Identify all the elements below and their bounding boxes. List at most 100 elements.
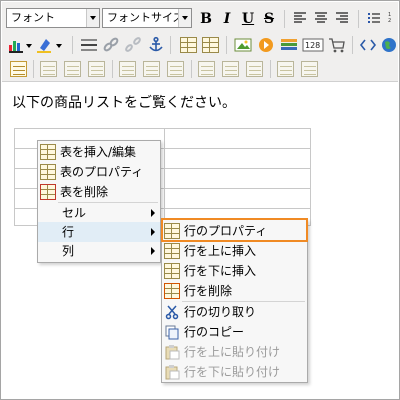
highlight-box — [161, 218, 308, 242]
cart-icon[interactable] — [328, 36, 346, 54]
toolbar-separator — [112, 60, 113, 78]
image-box-icon[interactable]: 128 — [302, 36, 324, 54]
editor-toolbar: フォント フォントサイズ B I U S 12 128 — [2, 2, 398, 82]
chevron-down-icon — [178, 9, 191, 27]
text-color-dropdown-icon[interactable] — [24, 36, 34, 54]
table-properties-icon — [40, 164, 56, 180]
toolbar-separator — [358, 10, 359, 28]
toolbar-separator — [284, 10, 285, 28]
cell-properties-disabled-icon — [64, 61, 81, 77]
row-insert-below-icon — [164, 263, 180, 279]
align-right-icon[interactable] — [334, 10, 352, 28]
chevron-down-icon — [86, 9, 99, 27]
menu-item-label: 行の切り取り — [184, 305, 257, 319]
italic-button[interactable]: I — [218, 10, 236, 28]
menu-item-label: 表を削除 — [60, 185, 109, 199]
globe-icon[interactable] — [380, 36, 398, 54]
submenu-item-paste-row-below: 行を下に貼り付け — [162, 362, 307, 382]
table-insert-icon[interactable] — [180, 37, 197, 53]
strikethrough-button[interactable]: S — [260, 10, 278, 28]
menu-item-label: 行 — [62, 225, 75, 239]
paste-icon — [164, 344, 180, 360]
toolbar-separator — [191, 60, 192, 78]
menu-item-row[interactable]: 行 — [38, 222, 160, 242]
menu-item-label: 表を挿入/編集 — [60, 145, 137, 159]
source-code-icon[interactable] — [359, 36, 377, 54]
submenu-arrow-icon — [151, 228, 155, 236]
submenu-item-insert-row-above[interactable]: 行を上に挿入 — [162, 241, 307, 261]
editor-window: フォント フォントサイズ B I U S 12 128 以下の商品リストをご覧く… — [0, 0, 400, 400]
toolbar-separator — [352, 36, 353, 54]
submenu-arrow-icon — [151, 209, 155, 217]
image-icon[interactable] — [234, 36, 252, 54]
row-submenu: 行のプロパティ 行を上に挿入 行を下に挿入 行を削除 行の切り取り 行のコピー — [161, 219, 308, 383]
menu-item-cell[interactable]: セル — [38, 203, 160, 223]
menu-item-label: 行を削除 — [184, 284, 233, 298]
highlight-color-icon[interactable] — [36, 36, 54, 54]
toolbar-separator — [72, 36, 73, 54]
highlight-color-dropdown-icon[interactable] — [54, 36, 64, 54]
horizontal-rule-icon[interactable] — [80, 36, 98, 54]
table-insert-icon — [40, 144, 56, 160]
menu-item-label: 行を下に挿入 — [184, 264, 257, 278]
scissors-icon — [164, 304, 180, 320]
menu-item-label: 行を上に挿入 — [184, 244, 257, 258]
table-properties-icon[interactable] — [202, 37, 219, 53]
col-insert-before-disabled-icon — [198, 61, 215, 77]
special-block-icon[interactable] — [280, 36, 298, 54]
menu-item-label: 行を上に貼り付け — [184, 345, 281, 359]
split-cells-disabled-icon — [277, 61, 294, 77]
submenu-arrow-icon — [151, 247, 155, 255]
menu-item-label: 行を下に貼り付け — [184, 365, 281, 379]
col-insert-after-disabled-icon — [222, 61, 239, 77]
bullet-list-icon[interactable] — [366, 10, 384, 28]
link-icon[interactable] — [102, 36, 120, 54]
menu-item-table-properties[interactable]: 表のプロパティ — [38, 162, 160, 182]
row-properties-disabled-icon — [40, 61, 57, 77]
row-insert-after-disabled-icon — [143, 61, 160, 77]
menu-item-delete-table[interactable]: 表を削除 — [38, 182, 160, 202]
menu-item-label: 表のプロパティ — [60, 165, 144, 179]
numbered-list-icon[interactable]: 12 — [387, 10, 398, 28]
font-family-value: フォント — [11, 11, 55, 24]
submenu-item-copy-row[interactable]: 行のコピー — [162, 322, 307, 342]
flash-media-icon[interactable] — [257, 36, 275, 54]
font-size-select[interactable]: フォントサイズ — [102, 8, 192, 28]
row-delete-icon — [164, 283, 180, 299]
font-family-select[interactable]: フォント — [6, 8, 100, 28]
table-icon[interactable] — [10, 61, 27, 77]
menu-item-label: セル — [62, 206, 87, 220]
menu-item-label: 列 — [62, 244, 75, 258]
bold-button[interactable]: B — [197, 10, 215, 28]
toolbar-separator — [33, 60, 34, 78]
merge-cells-disabled-icon — [301, 61, 318, 77]
image-box-label: 128 — [305, 41, 320, 50]
menu-item-insert-edit-table[interactable]: 表を挿入/編集 — [38, 142, 160, 162]
toolbar-separator — [270, 60, 271, 78]
row-insert-before-disabled-icon — [119, 61, 136, 77]
submenu-item-paste-row-above: 行を上に貼り付け — [162, 342, 307, 362]
table-col-divider — [164, 129, 165, 225]
svg-text:2: 2 — [388, 18, 391, 24]
unlink-icon[interactable] — [124, 36, 142, 54]
delete-table-disabled-icon — [88, 61, 105, 77]
submenu-item-delete-row[interactable]: 行を削除 — [162, 281, 307, 301]
toolbar-separator — [226, 36, 227, 54]
menu-item-column[interactable]: 列 — [38, 241, 160, 261]
submenu-item-cut-row[interactable]: 行の切り取り — [162, 302, 307, 322]
font-size-value: フォントサイズ — [107, 11, 184, 24]
toolbar-separator — [170, 36, 171, 54]
col-delete-disabled-icon — [246, 61, 263, 77]
submenu-item-insert-row-below[interactable]: 行を下に挿入 — [162, 261, 307, 281]
align-left-icon[interactable] — [292, 10, 310, 28]
copy-icon — [164, 324, 180, 340]
table-delete-icon — [40, 184, 56, 200]
anchor-icon[interactable] — [147, 36, 165, 54]
intro-text: 以下の商品リストをご覧ください。 — [12, 95, 236, 111]
underline-button[interactable]: U — [239, 10, 257, 28]
align-center-icon[interactable] — [313, 10, 331, 28]
row-delete-disabled-icon — [167, 61, 184, 77]
context-menu: 表を挿入/編集 表のプロパティ 表を削除 セル 行 列 — [37, 140, 161, 263]
menu-item-label: 行のコピー — [184, 325, 245, 339]
paste-icon — [164, 364, 180, 380]
